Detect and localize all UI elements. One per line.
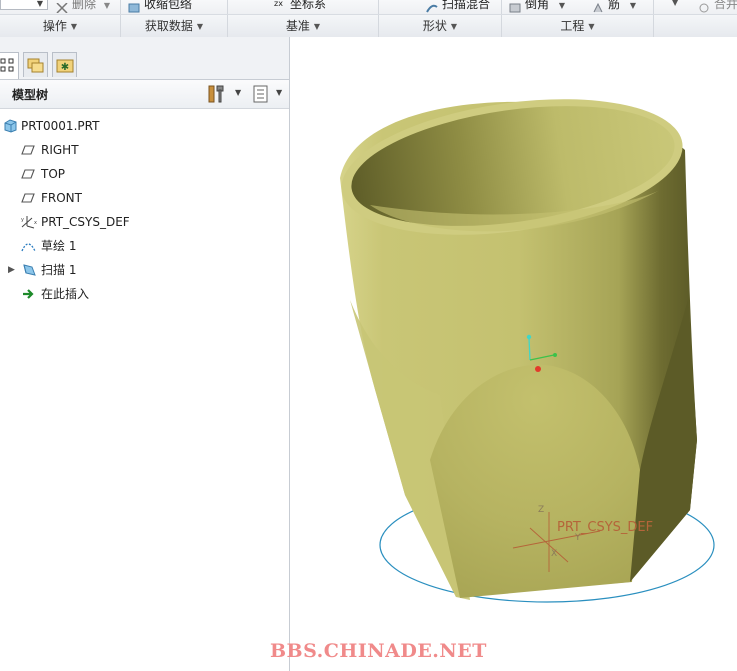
- tree-item-sketch[interactable]: 草绘 1: [0, 236, 289, 256]
- shrinkwrap-icon: [128, 0, 140, 12]
- chevron-down-icon: ▼: [103, 1, 110, 10]
- group-get-data-label: 获取数据: [144, 19, 193, 33]
- navigator-panel: ✱ 模型树 ▼ ▼ PRT0001.PRT RIGHT TOP FRONT y …: [0, 37, 290, 671]
- part-icon: [4, 119, 17, 133]
- group-datum[interactable]: 基准 ▼: [228, 15, 379, 37]
- tree-item-label: RIGHT: [41, 143, 79, 157]
- shrinkwrap-label: 收缩包络: [144, 0, 193, 11]
- watermark-text: BBS.CHINADE.NET: [270, 640, 487, 662]
- tree-item-label: TOP: [41, 167, 66, 181]
- coordinate-system-icon: zx: [274, 0, 283, 8]
- sweep-icon: [23, 264, 36, 276]
- tab-favorites[interactable]: ✱: [52, 52, 77, 77]
- group-datum-label: 基准: [285, 19, 310, 33]
- chevron-down-icon: ▼: [313, 22, 321, 31]
- datum-plane-icon: [21, 145, 35, 155]
- insert-here-arrow-icon: [23, 289, 34, 299]
- chamfer-label: 倒角: [525, 0, 550, 11]
- chevron-down-icon: ▼: [70, 22, 78, 31]
- group-engineering[interactable]: 工程 ▼: [502, 15, 654, 37]
- rib-icon: [592, 0, 604, 12]
- chevron-down-icon[interactable]: ▼: [672, 0, 678, 7]
- origin-point: [535, 366, 541, 372]
- tree-item-right[interactable]: RIGHT: [0, 140, 289, 160]
- chevron-down-icon: ▼: [629, 1, 636, 10]
- tree-item-part[interactable]: PRT0001.PRT: [0, 116, 289, 136]
- group-operations-label: 操作: [42, 19, 67, 33]
- chevron-down-icon: ▼: [588, 22, 595, 31]
- tree-item-insert-here[interactable]: 在此插入: [0, 284, 289, 304]
- delete-button[interactable]: 删除 ▼: [56, 0, 110, 14]
- chamfer-button[interactable]: 倒角 ▼: [509, 0, 565, 13]
- ribbon-group-bar: 操作 ▼ 获取数据 ▼ 基准 ▼ 形状 ▼ 工程 ▼: [0, 14, 737, 38]
- swept-blend-icon: [426, 0, 438, 13]
- rib-label: 筋: [608, 0, 621, 11]
- delete-icon: [56, 0, 68, 14]
- model-tree-header: 模型树 ▼ ▼: [0, 79, 289, 109]
- tree-item-label: PRT_CSYS_DEF: [41, 215, 130, 229]
- swept-blend-button[interactable]: 扫描混合: [426, 0, 490, 13]
- folder-browser-icon: [27, 58, 44, 73]
- chevron-down-icon: ▼: [235, 88, 242, 97]
- chevron-down-icon: ▼: [276, 88, 283, 97]
- swept-blend-label: 扫描混合: [442, 0, 491, 11]
- cup-model-render[interactable]: PRT_CSYS_DEF Z Y X: [290, 37, 737, 671]
- coordinate-system-icon: y x: [21, 216, 37, 229]
- group-shapes-label: 形状: [422, 19, 447, 33]
- tree-item-label: 扫描 1: [41, 263, 77, 277]
- svg-text:y: y: [21, 217, 24, 223]
- chevron-down-icon: ▼: [36, 0, 43, 8]
- csys-axis-y-label: Y: [574, 533, 581, 543]
- tree-item-csys[interactable]: y x PRT_CSYS_DEF: [0, 212, 289, 232]
- tree-settings-button[interactable]: ▼: [207, 84, 245, 104]
- model-tree-icon: [0, 58, 14, 72]
- model-tree-title: 模型树: [12, 88, 49, 102]
- tree-item-label: 草绘 1: [41, 239, 77, 253]
- datum-plane-icon: [21, 193, 35, 203]
- merge-icon: [698, 0, 710, 12]
- tree-show-button[interactable]: ▼: [252, 84, 286, 104]
- group-engineering-label: 工程: [560, 19, 585, 33]
- graphics-window[interactable]: PRT_CSYS_DEF Z Y X: [290, 37, 737, 671]
- merge-button[interactable]: 合并: [698, 0, 737, 13]
- shrinkwrap-button[interactable]: 收缩包络: [128, 0, 192, 13]
- tree-item-label: FRONT: [41, 191, 82, 205]
- csys-label: PRT_CSYS_DEF: [557, 520, 653, 535]
- coordinate-system-label: 坐标系: [290, 0, 327, 11]
- ribbon-command-strip: ▼ 删除 ▼ 收缩包络 zx 坐标系 扫描混合 倒角 ▼ 筋 ▼ ▼ 合并: [0, 0, 737, 14]
- rib-button[interactable]: 筋 ▼: [592, 0, 636, 13]
- merge-label: 合并: [714, 0, 737, 11]
- csys-axis-x-label: X: [551, 549, 557, 559]
- tab-model-tree[interactable]: [0, 52, 19, 79]
- group-shapes[interactable]: 形状 ▼: [379, 15, 502, 37]
- navigator-tabs: ✱: [0, 37, 289, 79]
- sketch-icon: [21, 243, 36, 252]
- tree-item-label: PRT0001.PRT: [21, 119, 100, 133]
- tree-item-top[interactable]: TOP: [0, 164, 289, 184]
- operation-dropdown[interactable]: ▼: [0, 0, 48, 10]
- chevron-down-icon: ▼: [558, 1, 565, 10]
- delete-label: 删除: [72, 0, 97, 11]
- svg-text:✱: ✱: [61, 62, 69, 73]
- coordinate-system-button[interactable]: zx 坐标系: [274, 0, 326, 13]
- csys-axis-z-label: Z: [538, 505, 544, 515]
- expand-arrow-icon[interactable]: ▶: [8, 260, 15, 280]
- chevron-down-icon: ▼: [196, 22, 204, 31]
- group-get-data[interactable]: 获取数据 ▼: [121, 15, 228, 37]
- group-operations[interactable]: 操作 ▼: [0, 15, 121, 37]
- tree-item-sweep[interactable]: ▶ 扫描 1: [0, 260, 289, 280]
- svg-text:x: x: [34, 220, 37, 226]
- chevron-down-icon: ▼: [450, 22, 458, 31]
- datum-plane-icon: [21, 169, 35, 179]
- tools-icon: [208, 85, 224, 103]
- tree-item-front[interactable]: FRONT: [0, 188, 289, 208]
- list-view-icon: [253, 85, 268, 103]
- tree-item-label: 在此插入: [41, 287, 90, 301]
- chamfer-icon: [509, 0, 521, 12]
- tab-folder-browser[interactable]: [23, 52, 48, 77]
- favorites-folder-icon: ✱: [56, 59, 74, 73]
